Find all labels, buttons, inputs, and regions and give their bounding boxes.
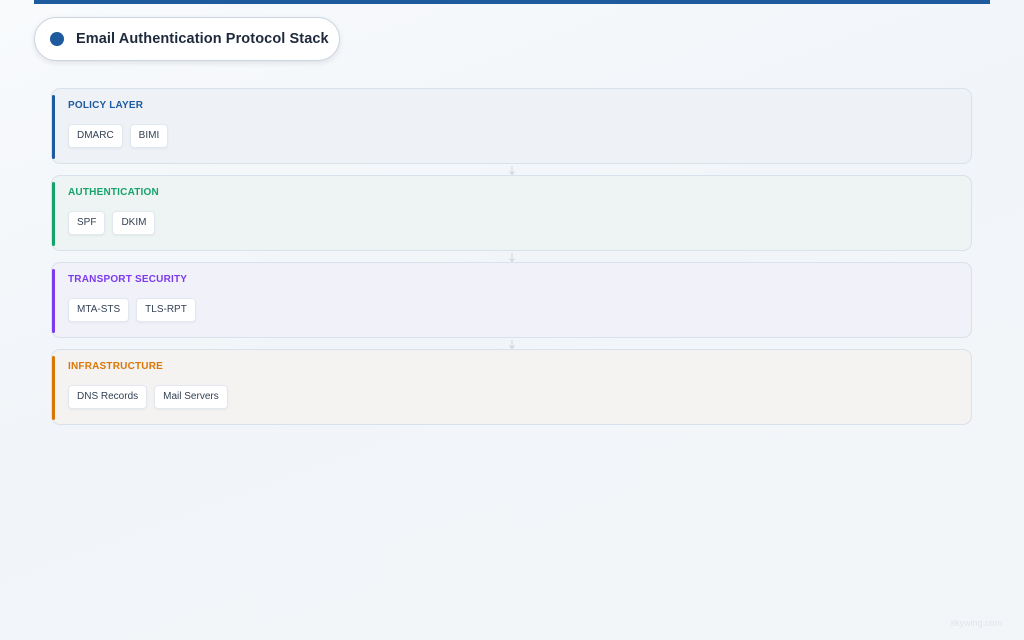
layer-accent-bar <box>52 182 55 246</box>
protocol-chip-spf: SPF <box>68 211 106 235</box>
diagram-title: Email Authentication Protocol Stack <box>76 31 329 47</box>
protocol-chip-dns-records: DNS Records <box>68 385 148 409</box>
layer-items: DMARC BIMI <box>68 124 169 148</box>
layer-accent-bar <box>52 95 55 159</box>
layer-accent-bar <box>52 356 55 420</box>
layer-accent-bar <box>52 269 55 333</box>
top-accent-bar <box>34 0 990 4</box>
layer-label: POLICY LAYER <box>68 100 144 111</box>
watermark: skywing.com <box>950 618 1002 628</box>
layer-transport-security: TRANSPORT SECURITY MTA-STS TLS-RPT <box>51 262 972 338</box>
layer-label: AUTHENTICATION <box>68 187 159 198</box>
protocol-chip-dkim: DKIM <box>112 211 156 235</box>
layer-infrastructure: INFRASTRUCTURE DNS Records Mail Servers <box>51 349 972 425</box>
layer-authentication: AUTHENTICATION SPF DKIM <box>51 175 972 251</box>
protocol-chip-mail-servers: Mail Servers <box>154 385 228 409</box>
layer-policy: POLICY LAYER DMARC BIMI <box>51 88 972 164</box>
protocol-chip-tls-rpt: TLS-RPT <box>136 298 196 322</box>
layer-items: DNS Records Mail Servers <box>68 385 228 409</box>
protocol-chip-mta-sts: MTA-STS <box>68 298 130 322</box>
diagram-title-pill: Email Authentication Protocol Stack <box>34 17 340 61</box>
title-dot-icon <box>50 32 64 46</box>
layer-items: MTA-STS TLS-RPT <box>68 298 196 322</box>
layer-items: SPF DKIM <box>68 211 156 235</box>
protocol-chip-dmarc: DMARC <box>68 124 123 148</box>
protocol-chip-bimi: BIMI <box>129 124 169 148</box>
layer-label: TRANSPORT SECURITY <box>68 274 188 285</box>
layer-label: INFRASTRUCTURE <box>68 361 164 372</box>
